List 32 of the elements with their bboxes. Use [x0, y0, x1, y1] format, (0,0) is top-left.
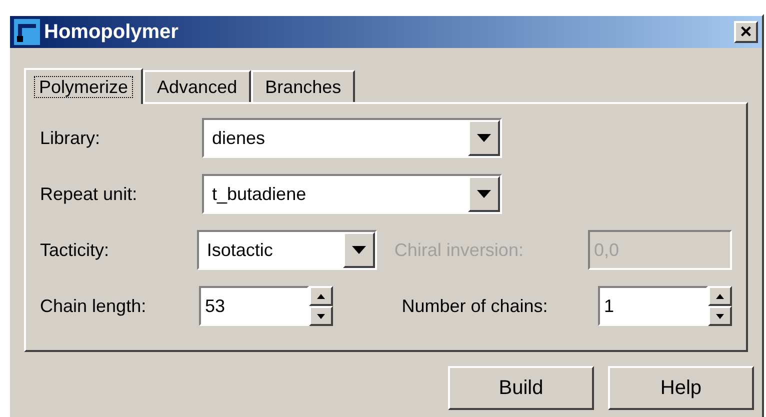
dropdown-button[interactable]	[468, 120, 500, 156]
up-arrow-icon	[716, 294, 724, 298]
dialog-button[interactable]: Help	[608, 366, 754, 410]
tab[interactable]: Advanced	[143, 70, 252, 102]
spin-up-button[interactable]	[708, 286, 732, 306]
app-icon	[14, 19, 40, 45]
dialog-button[interactable]: Build	[448, 366, 594, 410]
spin-down-button[interactable]	[708, 306, 732, 326]
field-label: Library:	[40, 126, 102, 150]
dropdown[interactable]: t_butadiene	[202, 174, 502, 214]
down-arrow-icon	[317, 314, 325, 318]
caret-icon	[477, 134, 491, 142]
spin-down-button[interactable]	[309, 306, 333, 326]
field-label: Tacticity:	[40, 238, 110, 262]
dropdown-button[interactable]	[468, 176, 500, 212]
spin-up-button[interactable]	[309, 286, 333, 306]
dropdown[interactable]: Isotactic	[196, 230, 377, 270]
close-button[interactable]: ×	[734, 21, 758, 43]
field-label: Repeat unit:	[40, 182, 138, 206]
dropdown-button[interactable]	[342, 232, 375, 268]
number-field[interactable]: 53	[199, 286, 309, 326]
number-field[interactable]: 1	[598, 286, 708, 326]
caret-icon	[352, 246, 366, 254]
field-label: Chain length:	[40, 294, 148, 318]
dropdown[interactable]: dienes	[202, 118, 502, 158]
caret-icon	[477, 190, 491, 198]
down-arrow-icon	[716, 314, 724, 318]
up-arrow-icon	[317, 294, 325, 298]
tab[interactable]: Branches	[251, 70, 356, 102]
window-title: Homopolymer	[44, 20, 180, 45]
tab[interactable]: Polymerize	[24, 68, 144, 104]
field-label: Number of chains:	[402, 294, 549, 318]
